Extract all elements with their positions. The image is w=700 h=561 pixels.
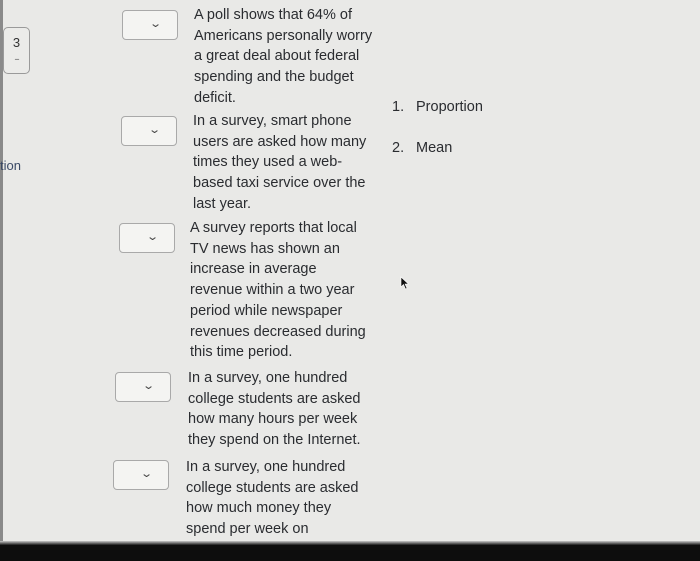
item-statement-5: In a survey, one hundred college student… bbox=[186, 459, 359, 538]
item-statement-3: A survey reports that local TV news has … bbox=[190, 220, 366, 361]
chevron-down-icon: ⌄ bbox=[142, 380, 156, 392]
item-statement-1: A poll shows that 64% of Americans perso… bbox=[194, 7, 373, 106]
answer-option-proportion: 1. Proportion bbox=[392, 99, 483, 115]
answer-options-list: 1. Proportion 2. Mean bbox=[392, 99, 483, 181]
chevron-down-icon: ⌄ bbox=[146, 231, 160, 243]
match-select-3[interactable]: ⌄ bbox=[119, 223, 175, 253]
answer-option-mean: 2. Mean bbox=[392, 140, 453, 156]
chevron-down-icon: ⌄ bbox=[148, 124, 162, 136]
match-select-2[interactable]: ⌄ bbox=[121, 116, 177, 146]
screen-bezel bbox=[0, 541, 700, 561]
item-statement-4: In a survey, one hundred college student… bbox=[188, 370, 361, 449]
window-edge bbox=[0, 0, 3, 545]
match-select-4[interactable]: ⌄ bbox=[115, 372, 171, 402]
chevron-down-icon: ⌄ bbox=[149, 18, 163, 30]
mouse-cursor-icon bbox=[400, 276, 410, 290]
match-select-1[interactable]: ⌄ bbox=[122, 10, 178, 40]
question-number: 3 bbox=[12, 35, 21, 50]
item-statement-2: In a survey, smart phone users are asked… bbox=[193, 113, 367, 212]
match-select-5[interactable]: ⌄ bbox=[113, 460, 169, 490]
sidebar-partial-label: tion bbox=[0, 158, 21, 173]
chevron-down-icon: ⌄ bbox=[140, 468, 154, 480]
question-number-badge[interactable]: 3 -- bbox=[3, 27, 30, 74]
question-status: -- bbox=[14, 54, 20, 64]
